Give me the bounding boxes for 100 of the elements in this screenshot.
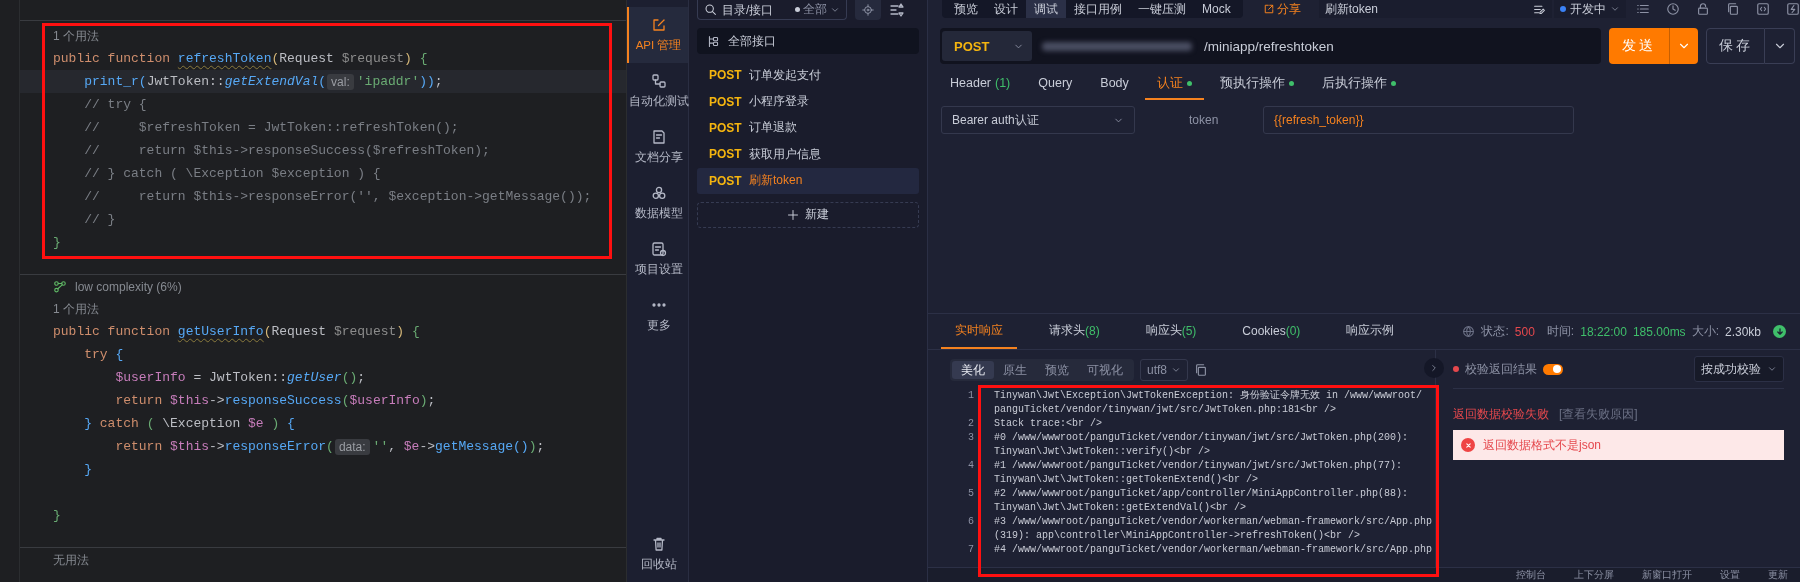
response-line: #3 /www/wwwroot/panguTicket/vendor/workerman/webman-framework/src/App.php: [994, 515, 1433, 529]
request-tab[interactable]: 预执行操作: [1207, 68, 1306, 100]
token-field[interactable]: {{refresh_token}}: [1263, 106, 1574, 134]
all-endpoints-item[interactable]: 全部接口: [697, 28, 919, 54]
response-tab[interactable]: 请求头(8): [1035, 314, 1114, 349]
request-tab[interactable]: Header (1): [938, 68, 1023, 100]
filter-dropdown[interactable]: 全部: [795, 1, 840, 18]
url-bar[interactable]: POST /miniapp/refreshtoken: [940, 28, 1601, 64]
line-number: 3: [967, 431, 974, 445]
line-number: 6: [967, 515, 974, 529]
search-input[interactable]: 目录/接口: [722, 2, 784, 17]
nav-item[interactable]: 数据模型: [627, 175, 688, 231]
endpoint-item[interactable]: POST 订单退款: [697, 114, 919, 142]
url-path: /miniapp/refreshtoken: [1204, 38, 1334, 54]
code-line: // $refreshToken = JwtToken::refreshToken();: [83, 119, 460, 137]
save-button[interactable]: 保存: [1706, 28, 1765, 64]
line-number: 2: [967, 417, 974, 431]
copy-icon[interactable]: [1194, 363, 1208, 377]
response-line: Tinywan\Jwt\Exception\JwtTokenException: 身份验证令牌无效 in /www/wwwroot/: [994, 389, 1423, 403]
mode-tab[interactable]: Mock: [1194, 0, 1239, 18]
status-dot: [1453, 366, 1459, 372]
lock-icon[interactable]: [1696, 2, 1710, 16]
download-button[interactable]: [1773, 325, 1786, 338]
code-text: 'ipaddr'));: [356, 74, 443, 89]
endpoint-item[interactable]: POST 小程序登录: [697, 88, 919, 115]
endpoint-item[interactable]: POST 刷新token: [697, 167, 919, 194]
response-duration: 185.00ms: [1632, 324, 1686, 339]
caret-icon: [1171, 365, 1181, 375]
caret-icon: [1610, 4, 1620, 14]
stat-label: 状态:: [1481, 323, 1509, 340]
line-number: 5: [967, 487, 974, 501]
lightning-icon[interactable]: [1786, 2, 1800, 16]
validation-mode-dropdown[interactable]: 按成功校验: [1694, 356, 1784, 382]
auth-type-dropdown[interactable]: Bearer auth认证: [941, 106, 1135, 134]
code-line: // return $this->responseError('', $exception->getMessage());: [83, 188, 593, 206]
stat-label: 时间:: [1546, 323, 1575, 340]
response-tab[interactable]: 响应头(5): [1131, 314, 1211, 349]
response-tab[interactable]: 实时响应: [941, 314, 1017, 349]
bottom-bar-item[interactable]: 新窗口打开: [1642, 568, 1692, 582]
nav-item[interactable]: 更多: [627, 287, 688, 343]
nav-item[interactable]: 项目设置: [627, 231, 688, 287]
copy-icon[interactable]: [1726, 2, 1740, 16]
usage-count[interactable]: 1 个用法: [53, 300, 99, 318]
globe-icon: [1462, 325, 1476, 338]
response-tab[interactable]: Cookies(0): [1228, 314, 1315, 349]
response-line: #1 /www/wwwroot/panguTicket/vendor/tinywan/jwt/src/JwtToken.php(77):: [994, 459, 1403, 473]
request-tab[interactable]: Query: [1026, 68, 1085, 100]
request-tab[interactable]: 认证: [1144, 68, 1204, 100]
list-icon[interactable]: [1636, 2, 1650, 16]
new-button[interactable]: 新建: [697, 201, 919, 228]
share-icon: [1262, 3, 1275, 15]
sort-icon[interactable]: [889, 2, 905, 18]
mode-tab[interactable]: 预览: [946, 0, 986, 18]
method-dropdown[interactable]: POST: [942, 31, 1032, 61]
code-line: // return $this->responseSuccess($refreshToken);: [83, 142, 491, 160]
bottom-bar-item[interactable]: 上下分屏: [1574, 568, 1614, 582]
history-icon[interactable]: [1666, 2, 1680, 16]
request-tab[interactable]: Body: [1088, 68, 1141, 100]
code-text: '', $e->getMessage());: [372, 439, 545, 454]
usage-count[interactable]: 无用法: [53, 551, 89, 569]
bottom-bar-item[interactable]: 控制台: [1516, 568, 1546, 582]
response-line: Tinywan\Jwt\JwtToken::verify()<br />: [994, 445, 1212, 459]
view-tab[interactable]: 可视化: [1078, 361, 1132, 379]
validation-toggle[interactable]: [1543, 363, 1563, 375]
view-tab[interactable]: 预览: [1036, 361, 1078, 379]
response-line: Tinywan\Jwt\JwtToken::getExtendVal()<br />: [994, 501, 1248, 515]
share-button[interactable]: 分享: [1262, 0, 1301, 18]
bottom-bar-item[interactable]: 更新: [1768, 568, 1788, 582]
stat-label: 大小:: [1691, 323, 1719, 340]
view-tab[interactable]: 原生: [994, 361, 1036, 379]
nav-item[interactable]: 回收站: [627, 532, 688, 582]
code-line: } catch ( \Exception $e ) {: [83, 415, 296, 433]
mode-tab[interactable]: 调试: [1026, 0, 1066, 18]
nav-item[interactable]: API 管理: [627, 7, 688, 63]
plus-icon: [787, 208, 799, 221]
circles-icon: [650, 185, 667, 201]
usage-count[interactable]: 1 个用法: [53, 27, 99, 45]
request-tab[interactable]: 后执行操作: [1309, 68, 1408, 100]
validation-result: 返回数据校验失败: [1453, 406, 1549, 423]
response-line: #4 /www/wwwroot/panguTicket/vendor/workerman/webman-framework/src/App.php: [994, 543, 1433, 557]
locate-button[interactable]: [855, 0, 881, 20]
endpoint-item[interactable]: POST 获取用户信息: [697, 141, 919, 168]
validation-label: 校验返回结果: [1465, 360, 1537, 378]
nav-item[interactable]: 文档分享: [627, 119, 688, 175]
mode-tab[interactable]: 设计: [986, 0, 1026, 18]
code-icon[interactable]: [1756, 2, 1770, 16]
line-number: 1: [967, 389, 974, 403]
bottom-bar-item[interactable]: 设置: [1720, 568, 1740, 582]
environment-dropdown[interactable]: 开发中: [1554, 0, 1626, 18]
response-tab[interactable]: 响应示例: [1332, 314, 1409, 349]
caret-icon: [1767, 364, 1777, 374]
search-bar[interactable]: 目录/接口 全部: [697, 0, 847, 20]
endpoint-item[interactable]: POST 订单发起支付: [697, 62, 919, 89]
mode-tab[interactable]: 接口用例: [1066, 0, 1130, 18]
encoding-dropdown[interactable]: utf8: [1140, 359, 1188, 381]
tree-icon: [707, 34, 720, 48]
mode-tab[interactable]: 一键压测: [1130, 0, 1194, 18]
title-field[interactable]: 刷新token: [1318, 0, 1552, 18]
nav-item[interactable]: 自动化测试: [627, 63, 688, 119]
view-tab[interactable]: 美化: [952, 361, 994, 379]
